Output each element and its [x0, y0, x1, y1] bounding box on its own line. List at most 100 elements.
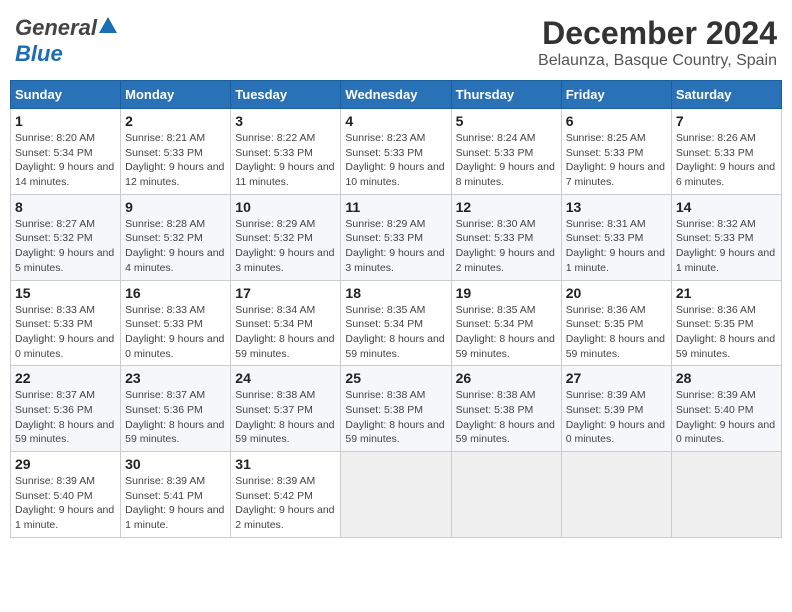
day-detail: Sunrise: 8:38 AM Sunset: 5:38 PM Dayligh… — [345, 388, 446, 447]
day-detail: Sunrise: 8:30 AM Sunset: 5:33 PM Dayligh… — [456, 217, 557, 276]
day-detail: Sunrise: 8:35 AM Sunset: 5:34 PM Dayligh… — [456, 303, 557, 362]
weekday-header-tuesday: Tuesday — [231, 81, 341, 109]
day-detail: Sunrise: 8:35 AM Sunset: 5:34 PM Dayligh… — [345, 303, 446, 362]
logo: General Blue — [15, 15, 117, 67]
day-detail: Sunrise: 8:25 AM Sunset: 5:33 PM Dayligh… — [566, 131, 667, 190]
calendar-cell: 29 Sunrise: 8:39 AM Sunset: 5:40 PM Dayl… — [11, 452, 121, 538]
calendar-cell: 1 Sunrise: 8:20 AM Sunset: 5:34 PM Dayli… — [11, 109, 121, 195]
calendar-cell: 10 Sunrise: 8:29 AM Sunset: 5:32 PM Dayl… — [231, 194, 341, 280]
day-detail: Sunrise: 8:36 AM Sunset: 5:35 PM Dayligh… — [676, 303, 777, 362]
calendar-cell: 28 Sunrise: 8:39 AM Sunset: 5:40 PM Dayl… — [671, 366, 781, 452]
day-detail: Sunrise: 8:23 AM Sunset: 5:33 PM Dayligh… — [345, 131, 446, 190]
day-number: 18 — [345, 285, 446, 301]
day-detail: Sunrise: 8:22 AM Sunset: 5:33 PM Dayligh… — [235, 131, 336, 190]
day-number: 15 — [15, 285, 116, 301]
calendar-cell: 31 Sunrise: 8:39 AM Sunset: 5:42 PM Dayl… — [231, 452, 341, 538]
month-title: December 2024 — [538, 15, 777, 52]
calendar-cell: 6 Sunrise: 8:25 AM Sunset: 5:33 PM Dayli… — [561, 109, 671, 195]
calendar-cell: 11 Sunrise: 8:29 AM Sunset: 5:33 PM Dayl… — [341, 194, 451, 280]
title-area: December 2024 Belaunza, Basque Country, … — [538, 15, 777, 70]
day-number: 24 — [235, 370, 336, 386]
day-number: 13 — [566, 199, 667, 215]
calendar-cell: 7 Sunrise: 8:26 AM Sunset: 5:33 PM Dayli… — [671, 109, 781, 195]
day-number: 26 — [456, 370, 557, 386]
day-detail: Sunrise: 8:29 AM Sunset: 5:33 PM Dayligh… — [345, 217, 446, 276]
calendar-cell — [451, 452, 561, 538]
calendar-cell: 25 Sunrise: 8:38 AM Sunset: 5:38 PM Dayl… — [341, 366, 451, 452]
calendar-cell: 30 Sunrise: 8:39 AM Sunset: 5:41 PM Dayl… — [121, 452, 231, 538]
weekday-header-sunday: Sunday — [11, 81, 121, 109]
day-number: 9 — [125, 199, 226, 215]
calendar-cell — [561, 452, 671, 538]
day-detail: Sunrise: 8:20 AM Sunset: 5:34 PM Dayligh… — [15, 131, 116, 190]
day-number: 29 — [15, 456, 116, 472]
day-detail: Sunrise: 8:36 AM Sunset: 5:35 PM Dayligh… — [566, 303, 667, 362]
day-number: 4 — [345, 113, 446, 129]
day-number: 28 — [676, 370, 777, 386]
calendar-cell: 3 Sunrise: 8:22 AM Sunset: 5:33 PM Dayli… — [231, 109, 341, 195]
day-detail: Sunrise: 8:34 AM Sunset: 5:34 PM Dayligh… — [235, 303, 336, 362]
calendar-cell: 17 Sunrise: 8:34 AM Sunset: 5:34 PM Dayl… — [231, 280, 341, 366]
day-number: 27 — [566, 370, 667, 386]
day-detail: Sunrise: 8:39 AM Sunset: 5:39 PM Dayligh… — [566, 388, 667, 447]
calendar-week-1: 1 Sunrise: 8:20 AM Sunset: 5:34 PM Dayli… — [11, 109, 782, 195]
calendar-cell: 5 Sunrise: 8:24 AM Sunset: 5:33 PM Dayli… — [451, 109, 561, 195]
day-number: 2 — [125, 113, 226, 129]
day-number: 17 — [235, 285, 336, 301]
calendar-cell — [671, 452, 781, 538]
day-number: 19 — [456, 285, 557, 301]
day-number: 3 — [235, 113, 336, 129]
weekday-header-saturday: Saturday — [671, 81, 781, 109]
day-number: 14 — [676, 199, 777, 215]
weekday-header-wednesday: Wednesday — [341, 81, 451, 109]
day-detail: Sunrise: 8:39 AM Sunset: 5:41 PM Dayligh… — [125, 474, 226, 533]
calendar-cell: 18 Sunrise: 8:35 AM Sunset: 5:34 PM Dayl… — [341, 280, 451, 366]
calendar-cell: 12 Sunrise: 8:30 AM Sunset: 5:33 PM Dayl… — [451, 194, 561, 280]
calendar-week-4: 22 Sunrise: 8:37 AM Sunset: 5:36 PM Dayl… — [11, 366, 782, 452]
calendar-week-3: 15 Sunrise: 8:33 AM Sunset: 5:33 PM Dayl… — [11, 280, 782, 366]
day-detail: Sunrise: 8:39 AM Sunset: 5:40 PM Dayligh… — [676, 388, 777, 447]
day-number: 31 — [235, 456, 336, 472]
weekday-header-friday: Friday — [561, 81, 671, 109]
day-number: 20 — [566, 285, 667, 301]
calendar-cell: 22 Sunrise: 8:37 AM Sunset: 5:36 PM Dayl… — [11, 366, 121, 452]
calendar-table: SundayMondayTuesdayWednesdayThursdayFrid… — [10, 80, 782, 538]
day-number: 7 — [676, 113, 777, 129]
calendar-cell: 8 Sunrise: 8:27 AM Sunset: 5:32 PM Dayli… — [11, 194, 121, 280]
weekday-header-row: SundayMondayTuesdayWednesdayThursdayFrid… — [11, 81, 782, 109]
logo-icon — [99, 17, 117, 35]
logo-general: General — [15, 15, 97, 41]
day-number: 1 — [15, 113, 116, 129]
day-number: 25 — [345, 370, 446, 386]
day-number: 5 — [456, 113, 557, 129]
day-detail: Sunrise: 8:38 AM Sunset: 5:37 PM Dayligh… — [235, 388, 336, 447]
calendar-cell: 21 Sunrise: 8:36 AM Sunset: 5:35 PM Dayl… — [671, 280, 781, 366]
day-number: 6 — [566, 113, 667, 129]
calendar-cell: 4 Sunrise: 8:23 AM Sunset: 5:33 PM Dayli… — [341, 109, 451, 195]
calendar-cell: 16 Sunrise: 8:33 AM Sunset: 5:33 PM Dayl… — [121, 280, 231, 366]
day-number: 22 — [15, 370, 116, 386]
calendar-cell: 20 Sunrise: 8:36 AM Sunset: 5:35 PM Dayl… — [561, 280, 671, 366]
calendar-cell: 15 Sunrise: 8:33 AM Sunset: 5:33 PM Dayl… — [11, 280, 121, 366]
day-detail: Sunrise: 8:26 AM Sunset: 5:33 PM Dayligh… — [676, 131, 777, 190]
day-detail: Sunrise: 8:33 AM Sunset: 5:33 PM Dayligh… — [15, 303, 116, 362]
day-detail: Sunrise: 8:27 AM Sunset: 5:32 PM Dayligh… — [15, 217, 116, 276]
day-detail: Sunrise: 8:21 AM Sunset: 5:33 PM Dayligh… — [125, 131, 226, 190]
weekday-header-monday: Monday — [121, 81, 231, 109]
calendar-cell — [341, 452, 451, 538]
calendar-cell: 24 Sunrise: 8:38 AM Sunset: 5:37 PM Dayl… — [231, 366, 341, 452]
day-detail: Sunrise: 8:39 AM Sunset: 5:42 PM Dayligh… — [235, 474, 336, 533]
day-number: 16 — [125, 285, 226, 301]
day-detail: Sunrise: 8:39 AM Sunset: 5:40 PM Dayligh… — [15, 474, 116, 533]
day-number: 11 — [345, 199, 446, 215]
weekday-header-thursday: Thursday — [451, 81, 561, 109]
day-detail: Sunrise: 8:31 AM Sunset: 5:33 PM Dayligh… — [566, 217, 667, 276]
header: General Blue December 2024 Belaunza, Bas… — [10, 10, 782, 70]
day-number: 8 — [15, 199, 116, 215]
day-number: 12 — [456, 199, 557, 215]
day-detail: Sunrise: 8:32 AM Sunset: 5:33 PM Dayligh… — [676, 217, 777, 276]
location-title: Belaunza, Basque Country, Spain — [538, 52, 777, 70]
day-number: 10 — [235, 199, 336, 215]
day-detail: Sunrise: 8:33 AM Sunset: 5:33 PM Dayligh… — [125, 303, 226, 362]
day-detail: Sunrise: 8:24 AM Sunset: 5:33 PM Dayligh… — [456, 131, 557, 190]
